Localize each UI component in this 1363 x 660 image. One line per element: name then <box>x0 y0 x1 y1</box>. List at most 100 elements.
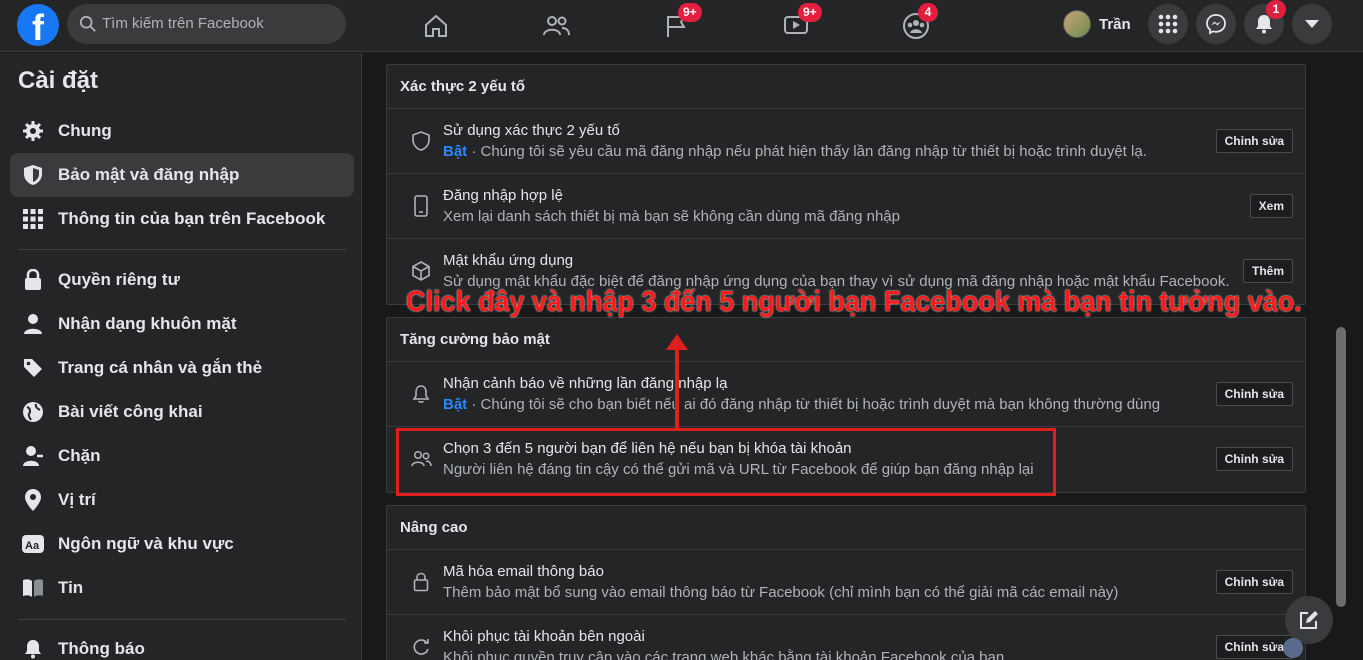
status-on: Bật <box>443 396 468 413</box>
row-title: Mã hóa email thông báo <box>443 563 604 580</box>
row-description: Bật · Chúng tôi sẽ yêu cầu mã đăng nhập … <box>443 143 1147 160</box>
row-title: Mật khẩu ứng dụng <box>443 252 574 269</box>
menu-button[interactable] <box>1148 4 1188 44</box>
messenger-icon <box>1206 14 1226 35</box>
scrollbar-thumb[interactable] <box>1336 327 1346 607</box>
language-icon: Aa <box>20 531 46 557</box>
row-title: Khôi phục tài khoản bên ngoài <box>443 628 645 645</box>
sidebar-item-label: Chặn <box>58 446 101 465</box>
sidebar-item-profile-tagging[interactable]: Trang cá nhân và gắn thẻ <box>10 346 354 390</box>
search-placeholder: Tìm kiếm trên Facebook <box>102 15 264 32</box>
sidebar-item-label: Thông tin của bạn trên Facebook <box>58 209 326 228</box>
scrollbar[interactable] <box>1334 53 1348 660</box>
edit-button[interactable]: Chỉnh sửa <box>1215 447 1293 471</box>
groups-tab[interactable]: 4 <box>896 3 938 46</box>
sidebar-item-label: Chung <box>58 121 112 140</box>
profile-name: Trần <box>1099 15 1131 33</box>
book-icon <box>20 575 46 601</box>
sidebar-item-label: Bài viết công khai <box>58 402 203 421</box>
refresh-icon <box>410 636 432 658</box>
sidebar-item-language-region[interactable]: Aa Ngôn ngữ và khu vực <box>10 522 354 566</box>
row-title: Sử dụng xác thực 2 yếu tố <box>443 122 620 139</box>
sidebar-item-notifications[interactable]: Thông báo <box>10 627 354 660</box>
friends-tab[interactable] <box>536 6 576 46</box>
caret-down-icon <box>1305 20 1319 28</box>
new-message-button[interactable] <box>1285 596 1333 644</box>
section-advanced: Nâng cao Mã hóa email thông báo Thêm bảo… <box>386 505 1306 660</box>
view-button[interactable]: Xem <box>1249 194 1293 218</box>
pages-tab[interactable]: 9+ <box>656 3 702 46</box>
profile-shortcut[interactable]: Trần <box>1063 8 1131 40</box>
notifications-badge: 1 <box>1266 0 1286 19</box>
home-tab[interactable] <box>416 6 456 46</box>
messenger-button[interactable] <box>1196 4 1236 44</box>
compose-icon <box>1300 611 1318 629</box>
sidebar-item-your-info[interactable]: Thông tin của bạn trên Facebook <box>10 197 354 241</box>
sidebar-item-location[interactable]: Vị trí <box>10 478 354 522</box>
sidebar-item-privacy[interactable]: Quyền riêng tư <box>10 258 354 302</box>
bell-outline-icon <box>410 383 432 405</box>
lock-icon <box>20 267 46 293</box>
sidebar-item-security-login[interactable]: Bảo mật và đăng nhập <box>10 153 354 197</box>
shield-icon <box>20 162 46 188</box>
sidebar-item-label: Tin <box>58 578 84 597</box>
notifications-button[interactable]: 1 <box>1244 0 1286 44</box>
sidebar-item-label: Quyền riêng tư <box>58 270 180 289</box>
section-two-factor: Xác thực 2 yếu tố Sử dụng xác thực 2 yếu… <box>386 64 1306 305</box>
sidebar-divider <box>18 619 346 620</box>
section-title: Tăng cường bảo mật <box>387 318 1305 362</box>
edit-button[interactable]: Chỉnh sửa <box>1215 129 1293 153</box>
pages-badge: 9+ <box>678 3 702 22</box>
groups-badge: 4 <box>918 3 938 22</box>
cube-icon <box>410 260 432 282</box>
search-input[interactable]: Tìm kiếm trên Facebook <box>67 4 346 44</box>
sidebar-item-face-recognition[interactable]: Nhận dạng khuôn mặt <box>10 302 354 346</box>
edit-button[interactable]: Chỉnh sửa <box>1215 570 1293 594</box>
top-navigation-bar: f Tìm kiếm trên Facebook 9+ 9+ 4 Trần 1 <box>0 0 1363 52</box>
sidebar-item-label: Thông báo <box>58 639 145 658</box>
row-description: Người liên hệ đáng tin cậy có thể gửi mã… <box>443 461 1034 478</box>
row-title: Chọn 3 đến 5 người bạn để liên hệ nếu bạ… <box>443 440 852 457</box>
edit-button[interactable]: Chỉnh sửa <box>1215 382 1293 406</box>
settings-content: Xác thực 2 yếu tố Sử dụng xác thực 2 yếu… <box>363 53 1363 660</box>
sidebar-title: Cài đặt <box>18 67 99 94</box>
tag-icon <box>20 355 46 381</box>
row-use-two-factor[interactable]: Sử dụng xác thực 2 yếu tố Bật · Chúng tô… <box>387 109 1305 174</box>
add-button[interactable]: Thêm <box>1242 259 1293 283</box>
search-icon <box>79 15 96 32</box>
row-external-recovery[interactable]: Khôi phục tài khoản bên ngoài Khôi phục … <box>387 615 1305 660</box>
svg-text:Aa: Aa <box>25 540 40 552</box>
row-description: Khôi phục quyền truy cập vào các trang w… <box>443 649 1005 660</box>
facebook-logo[interactable]: f <box>17 4 59 48</box>
row-description: Thêm bảo mật bổ sung vào email thông báo… <box>443 584 1119 601</box>
status-on: Bật <box>443 143 468 160</box>
edit-button[interactable]: Chỉnh sửa <box>1215 635 1293 659</box>
annotation-text: Click đây và nhập 3 đến 5 người bạn Face… <box>406 286 1302 318</box>
globe-icon <box>20 399 46 425</box>
sidebar-item-stories[interactable]: Tin <box>10 566 354 610</box>
avatar <box>1063 10 1091 38</box>
row-login-alerts[interactable]: Nhận cảnh báo về những lần đăng nhập lạ … <box>387 362 1305 427</box>
sidebar-item-label: Bảo mật và đăng nhập <box>58 165 240 184</box>
lock-outline-icon <box>410 571 432 593</box>
row-authorized-logins[interactable]: Đăng nhập hợp lệ Xem lại danh sách thiết… <box>387 174 1305 239</box>
account-menu-button[interactable] <box>1292 4 1332 44</box>
watch-tab[interactable]: 9+ <box>776 3 822 46</box>
watch-badge: 9+ <box>798 3 822 22</box>
row-description: Bật · Chúng tôi sẽ cho bạn biết nếu ai đ… <box>443 396 1161 413</box>
sidebar-item-label: Vị trí <box>58 490 96 509</box>
bell-icon <box>20 636 46 660</box>
row-trusted-contacts[interactable]: Chọn 3 đến 5 người bạn để liên hệ nếu bạ… <box>387 427 1305 492</box>
gear-icon <box>20 118 46 144</box>
row-description: Xem lại danh sách thiết bị mà bạn sẽ khô… <box>443 208 900 225</box>
row-encrypted-emails[interactable]: Mã hóa email thông báo Thêm bảo mật bổ s… <box>387 550 1305 615</box>
globe-icon <box>1283 638 1303 658</box>
sidebar-item-general[interactable]: Chung <box>10 109 354 153</box>
block-user-icon <box>20 443 46 469</box>
sidebar-item-public-posts[interactable]: Bài viết công khai <box>10 390 354 434</box>
sidebar-item-label: Trang cá nhân và gắn thẻ <box>58 358 263 377</box>
sidebar-item-blocking[interactable]: Chặn <box>10 434 354 478</box>
section-title: Xác thực 2 yếu tố <box>387 65 1305 109</box>
location-pin-icon <box>20 487 46 513</box>
grid-menu-icon <box>1158 14 1178 34</box>
